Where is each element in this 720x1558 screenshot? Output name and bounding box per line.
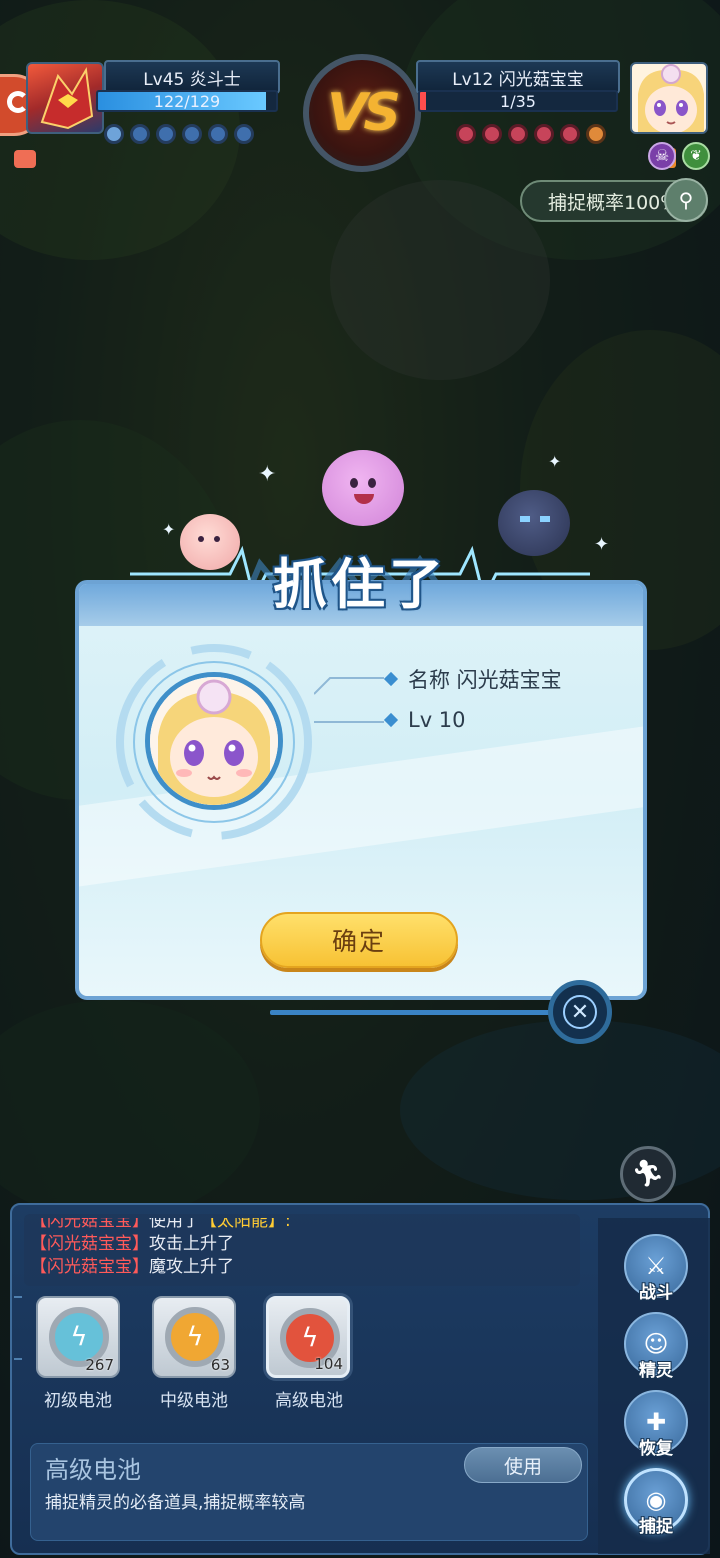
log-actor: 【闪光菇宝宝】: [30, 1257, 149, 1277]
log-actor: 【闪光菇宝宝】: [30, 1218, 149, 1231]
player-avatar: [26, 62, 104, 134]
enemy-name-level: Lv12 闪光菇宝宝: [452, 69, 584, 90]
item-label: 中级电池: [160, 1391, 228, 1411]
item-basic-battery[interactable]: ϟ 267: [36, 1296, 120, 1378]
pet-slot-icon: [534, 124, 554, 144]
confirm-button[interactable]: 确定: [260, 912, 458, 968]
captured-pet-portrait: [145, 672, 283, 810]
item-description-title: 高级电池: [45, 1456, 141, 1484]
pet-slot-icon: [482, 124, 502, 144]
connector-lines: [314, 677, 384, 723]
log-action: 魔攻上升了: [149, 1257, 234, 1277]
running-man-icon: 🏃︎: [631, 1159, 665, 1189]
pet-slot-icon: [586, 124, 606, 144]
enemy-pet-slots: [456, 124, 606, 144]
close-button[interactable]: ✕: [548, 980, 612, 1044]
enemy-hp-text: 1/35: [500, 91, 536, 111]
pet-slot-icon: [234, 124, 254, 144]
pet-name-text: 名称 闪光菇宝宝: [408, 668, 562, 692]
item-count: 104: [314, 1355, 343, 1373]
item-medium-battery[interactable]: ϟ 63: [152, 1296, 236, 1378]
sparkle-icon: ✦: [594, 534, 610, 555]
pink-pet-mascot: [322, 450, 404, 526]
sword-icon: ⚔: [645, 1252, 667, 1280]
item-advanced-battery[interactable]: ϟ 104: [266, 1296, 350, 1378]
potion-icon: ✚: [645, 1408, 667, 1436]
enemy-avatar: [630, 62, 708, 134]
pet-slot-icon: [208, 124, 228, 144]
vs-label: VS: [327, 83, 401, 143]
use-item-button[interactable]: 使用: [464, 1447, 582, 1483]
enemy-hud: Lv12 闪光菇宝宝 1/35 ✦: [400, 60, 720, 168]
grass-type-icon: ❦: [682, 142, 710, 170]
catch-rate-label: 捕捉概率100%: [548, 191, 679, 214]
player-name-level: Lv45 炎斗士: [143, 69, 241, 90]
capture-icon: ◉: [645, 1486, 667, 1514]
enemy-hp-bar: 1/35: [418, 90, 618, 112]
catch-rate-indicator: 捕捉概率100% ⚲: [520, 178, 708, 222]
sparkle-icon: ✦: [548, 452, 562, 471]
pet-slot-icon: [156, 124, 176, 144]
side-label: 精灵: [639, 1361, 673, 1381]
escape-run-button[interactable]: 🏃︎: [620, 1146, 676, 1202]
side-label: 恢复: [639, 1439, 673, 1459]
diamond-bullet-icon: [383, 671, 399, 687]
capture-net-icon: ⚲: [664, 178, 708, 222]
log-extra: 【太阳能】:: [200, 1218, 291, 1231]
sparkle-icon: ✦: [162, 520, 176, 539]
log-row: 【闪光菇宝宝】攻击上升了: [30, 1233, 580, 1256]
log-action: 使用了: [149, 1218, 200, 1231]
log-row: 【闪光菇宝宝】魔攻上升了: [30, 1256, 580, 1279]
player-element-icon: [14, 150, 36, 168]
pet-slot-icon: [104, 124, 124, 144]
pet-level-text: Lv 10: [408, 708, 466, 732]
battle-log: 【闪光菇宝宝】使用了【太阳能】: 【闪光菇宝宝】攻击上升了 【闪光菇宝宝】魔攻上…: [30, 1218, 580, 1282]
player-hp-text: 122/129: [153, 91, 221, 111]
pet-slot-icon: [560, 124, 580, 144]
side-label: 捕捉: [639, 1517, 673, 1537]
capture-title: 抓住了: [273, 553, 447, 616]
player-hp-bar: 122/129: [96, 90, 278, 112]
item-count: 63: [210, 1356, 230, 1374]
pet-slot-icon: [508, 124, 528, 144]
log-actor: 【闪光菇宝宝】: [30, 1234, 149, 1254]
player-pet-slots: [104, 124, 254, 144]
pet-level-row: Lv 10: [383, 708, 466, 732]
log-action: 攻击上升了: [149, 1234, 234, 1254]
player-name-plate: Lv45 炎斗士: [104, 60, 280, 94]
poison-type-icon: ☠: [648, 142, 676, 170]
sparkle-icon: ✦: [258, 462, 277, 487]
item-label: 高级电池: [275, 1391, 343, 1411]
item-description-text: 捕捉精灵的必备道具,捕捉概率较高: [45, 1493, 306, 1513]
pet-slot-icon: [182, 124, 202, 144]
pet-slot-icon: [130, 124, 150, 144]
dialog-bottom-line: [270, 1010, 550, 1015]
diamond-bullet-icon: [383, 712, 399, 728]
pet-slot-icon: [456, 124, 476, 144]
close-icon: ✕: [563, 995, 597, 1029]
panel-edge-marks: [14, 1296, 22, 1360]
player-hud: Lv45 炎斗士 122/129: [0, 60, 300, 150]
enemy-name-plate: Lv12 闪光菇宝宝: [416, 60, 620, 94]
log-row: 【闪光菇宝宝】使用了【太阳能】:: [30, 1218, 580, 1233]
side-label: 战斗: [639, 1283, 673, 1303]
pet-icon: ☺: [643, 1330, 669, 1358]
item-count: 267: [85, 1356, 114, 1374]
item-label: 初级电池: [44, 1391, 112, 1411]
pet-name-row: 名称 闪光菇宝宝: [383, 664, 562, 694]
